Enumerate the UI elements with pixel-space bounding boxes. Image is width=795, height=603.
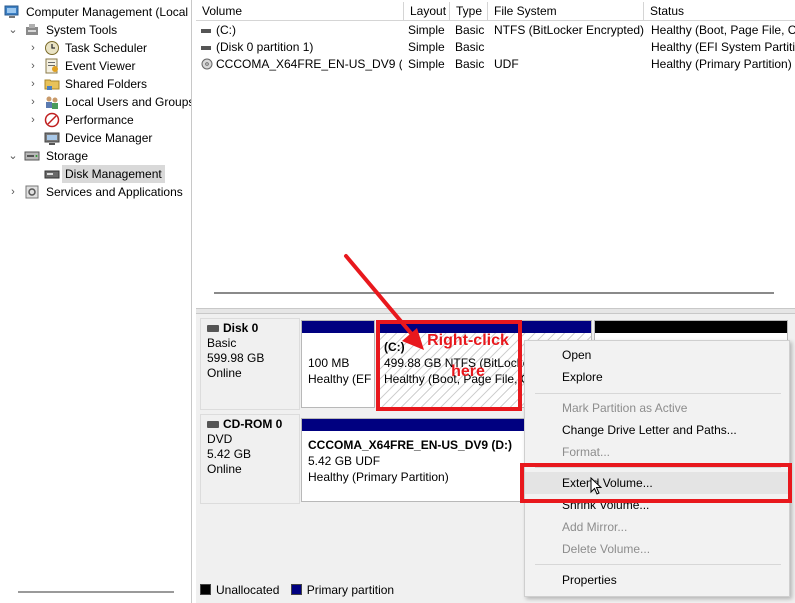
tree-item-performance[interactable]: › Performance — [2, 111, 191, 129]
menu-separator — [535, 564, 781, 565]
tree-item-shared-folders[interactable]: › Shared Folders — [2, 75, 191, 93]
annotation-label: Right-click here — [427, 332, 509, 380]
disk-0-label[interactable]: Disk 0 Basic 599.98 GB Online — [200, 318, 300, 410]
users-groups-icon — [44, 94, 60, 110]
tree-item-device-manager[interactable]: Device Manager — [2, 129, 191, 147]
tree-item-computer-management[interactable]: Computer Management (Local — [2, 3, 191, 21]
annotation-box-extend — [520, 463, 792, 503]
tree-item-task-scheduler[interactable]: › Task Scheduler — [2, 39, 191, 57]
task-scheduler-icon — [44, 40, 60, 56]
cdrom-icon — [207, 421, 219, 429]
navigation-tree: Computer Management (Local ⌄ System Tool… — [0, 0, 192, 603]
tree-item-local-users-groups[interactable]: › Local Users and Groups — [2, 93, 191, 111]
mouse-cursor-icon — [590, 477, 603, 495]
legend: Unallocated Primary partition — [200, 582, 394, 598]
column-header-file-system[interactable]: File System — [488, 2, 644, 21]
unallocated-swatch — [200, 584, 211, 595]
chevron-down-icon[interactable]: ⌄ — [8, 147, 18, 165]
volume-row[interactable]: (C:) Simple Basic NTFS (BitLocker Encryp… — [196, 22, 795, 39]
menu-item-properties[interactable]: Properties — [525, 569, 789, 591]
volume-list: Volume Layout Type File System Status (C… — [196, 0, 795, 308]
tree-item-system-tools[interactable]: ⌄ System Tools — [2, 21, 191, 39]
tree-horizontal-scrollbar[interactable] — [18, 591, 174, 593]
chevron-right-icon[interactable]: › — [28, 57, 38, 75]
menu-separator — [535, 393, 781, 394]
disk-icon — [207, 325, 219, 333]
cdrom-icon — [200, 56, 214, 78]
menu-item-delete-volume[interactable]: Delete Volume... — [525, 538, 789, 560]
volume-horizontal-scrollbar[interactable] — [214, 292, 774, 294]
device-manager-icon — [44, 130, 60, 146]
menu-item-explore[interactable]: Explore — [525, 366, 789, 388]
event-viewer-icon — [44, 58, 60, 74]
menu-item-format[interactable]: Format... — [525, 441, 789, 463]
tree-item-storage[interactable]: ⌄ Storage — [2, 147, 191, 165]
column-header-volume[interactable]: Volume — [196, 2, 404, 21]
column-header-status[interactable]: Status — [644, 2, 795, 21]
shared-folders-icon — [44, 76, 60, 92]
computer-management-icon — [4, 4, 20, 20]
menu-item-open[interactable]: Open — [525, 344, 789, 366]
performance-icon — [44, 112, 60, 128]
chevron-down-icon[interactable]: ⌄ — [8, 21, 18, 39]
tree-item-event-viewer[interactable]: › Event Viewer — [2, 57, 191, 75]
menu-item-change-drive-letter[interactable]: Change Drive Letter and Paths... — [525, 419, 789, 441]
tree-item-disk-management[interactable]: Disk Management — [2, 165, 191, 183]
cdrom-0-label[interactable]: CD-ROM 0 DVD 5.42 GB Online — [200, 414, 300, 504]
volume-row[interactable]: (Disk 0 partition 1) Simple Basic Health… — [196, 39, 795, 56]
volume-row[interactable]: CCCOMA_X64FRE_EN-US_DV9 (D:) Simple Basi… — [196, 56, 795, 73]
chevron-right-icon[interactable]: › — [28, 39, 38, 57]
system-tools-icon — [24, 22, 40, 38]
column-header-layout[interactable]: Layout — [404, 2, 450, 21]
tree-item-services-applications[interactable]: › Services and Applications — [2, 183, 191, 201]
chevron-right-icon[interactable]: › — [28, 111, 38, 129]
column-header-type[interactable]: Type — [450, 2, 488, 21]
menu-item-mark-active[interactable]: Mark Partition as Active — [525, 397, 789, 419]
menu-item-add-mirror[interactable]: Add Mirror... — [525, 516, 789, 538]
primary-partition-swatch — [290, 584, 302, 595]
chevron-right-icon[interactable]: › — [28, 93, 38, 111]
services-icon — [24, 184, 40, 200]
partition-efi[interactable]: 100 MB Healthy (EF — [301, 320, 375, 408]
chevron-right-icon[interactable]: › — [28, 75, 38, 93]
disk-management-icon — [44, 166, 60, 182]
storage-icon — [24, 148, 40, 164]
chevron-right-icon[interactable]: › — [8, 183, 18, 201]
